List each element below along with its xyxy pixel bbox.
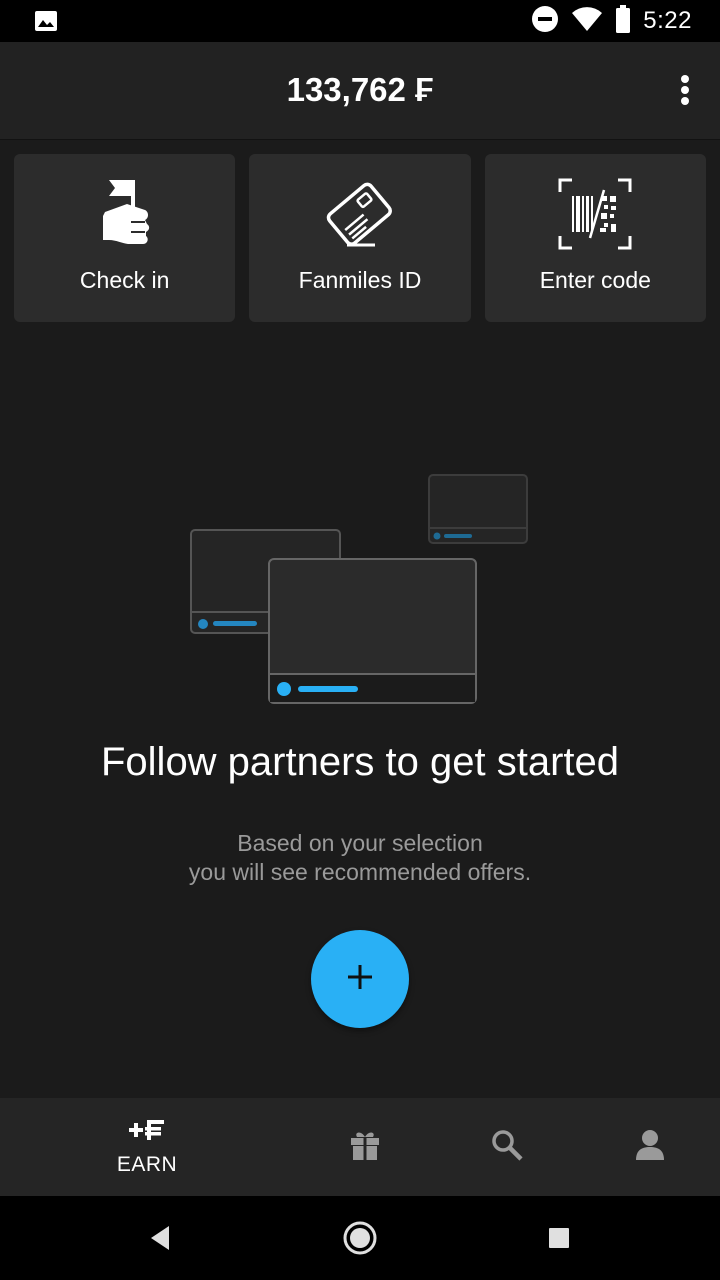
plus-icon bbox=[346, 963, 374, 996]
fanmiles-id-button[interactable]: Fanmiles ID bbox=[249, 154, 471, 322]
quick-actions: Check in Fanmiles ID Enter code bbox=[14, 154, 706, 322]
wifi-icon bbox=[571, 6, 603, 37]
empty-state-illustration bbox=[186, 470, 536, 710]
tab-profile[interactable] bbox=[620, 1098, 680, 1196]
system-navigation-bar bbox=[0, 1196, 720, 1280]
gift-icon bbox=[349, 1129, 381, 1166]
empty-state-title: Follow partners to get started bbox=[100, 740, 620, 784]
profile-icon bbox=[635, 1129, 665, 1166]
recents-icon[interactable] bbox=[539, 1218, 579, 1258]
enter-code-label: Enter code bbox=[539, 267, 651, 293]
tab-earn[interactable]: EARN bbox=[97, 1098, 197, 1196]
empty-state-subtitle-line-1: Based on your selection bbox=[237, 830, 483, 856]
enter-code-button[interactable]: Enter code bbox=[484, 154, 706, 322]
status-time: 5:22 bbox=[643, 7, 692, 34]
empty-state-subtitle: Based on your selection you will see rec… bbox=[0, 829, 720, 887]
hand-flag-icon bbox=[85, 176, 165, 252]
tab-search[interactable] bbox=[477, 1098, 537, 1196]
tab-earn-label: EARN bbox=[116, 1152, 178, 1176]
do-not-disturb-icon bbox=[531, 5, 559, 38]
empty-state-subtitle-line-2: you will see recommended offers. bbox=[188, 859, 532, 885]
check-in-button[interactable]: Check in bbox=[14, 154, 236, 322]
more-vert-icon[interactable] bbox=[668, 70, 702, 110]
tab-rewards[interactable] bbox=[335, 1098, 395, 1196]
battery-icon bbox=[615, 4, 631, 38]
bottom-navigation: EARN bbox=[0, 1098, 720, 1196]
image-notification-icon bbox=[34, 9, 58, 38]
back-icon[interactable] bbox=[140, 1218, 180, 1258]
search-icon bbox=[491, 1129, 523, 1166]
barcode-scan-icon bbox=[555, 176, 635, 252]
app-bar: 133,762 ₣ bbox=[0, 42, 720, 140]
fanmiles-id-label: Fanmiles ID bbox=[298, 267, 422, 293]
home-icon[interactable] bbox=[340, 1218, 380, 1258]
follow-partners-button[interactable] bbox=[311, 930, 409, 1028]
points-balance: 133,762 ₣ bbox=[286, 71, 434, 108]
earn-icon bbox=[128, 1118, 166, 1147]
card-icon bbox=[320, 176, 400, 252]
status-bar: 5:22 bbox=[0, 0, 720, 42]
check-in-label: Check in bbox=[79, 267, 170, 293]
